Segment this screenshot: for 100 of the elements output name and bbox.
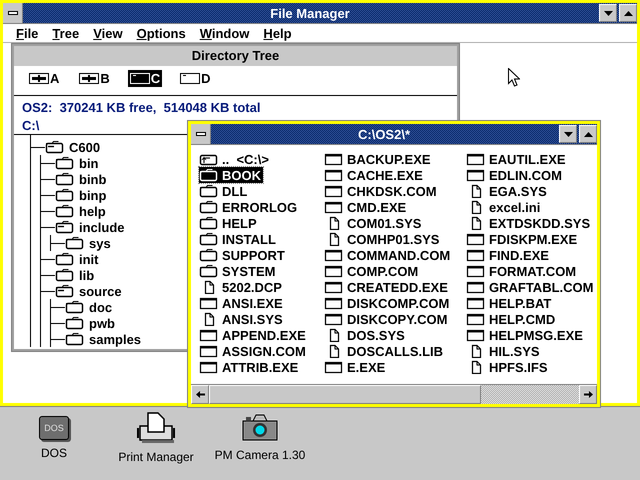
directory-entry[interactable]: GRAFTABL.COM bbox=[466, 279, 596, 295]
program-window-icon bbox=[466, 152, 485, 166]
directory-node[interactable]: binb bbox=[55, 172, 106, 186]
printer-icon[interactable] bbox=[136, 412, 176, 444]
maximize-button[interactable] bbox=[619, 4, 637, 22]
directory-entry[interactable]: FIND.EXE bbox=[466, 247, 551, 263]
directory-node[interactable]: include bbox=[55, 220, 125, 234]
directory-node[interactable]: C600 bbox=[45, 140, 100, 154]
directory-node[interactable]: lib bbox=[55, 268, 94, 282]
down-triangle-icon bbox=[604, 10, 612, 16]
floppy-drive-icon bbox=[79, 73, 100, 84]
directory-entry[interactable]: ASSIGN.COM bbox=[199, 343, 308, 359]
directory-node[interactable]: samples bbox=[65, 332, 142, 346]
directory-entry[interactable]: HELP bbox=[199, 215, 259, 231]
program-window-icon bbox=[324, 312, 343, 326]
menu-item[interactable]: Window bbox=[192, 26, 256, 40]
directory-entry[interactable]: DOSCALLS.LIB bbox=[324, 343, 446, 359]
directory-entry[interactable]: EDLIN.COM bbox=[466, 167, 564, 183]
directory-node[interactable]: help bbox=[55, 204, 106, 218]
program-window-icon bbox=[466, 296, 485, 310]
directory-node[interactable]: doc bbox=[65, 300, 112, 314]
program-window-icon bbox=[324, 168, 343, 182]
desktop-icon-label[interactable]: DOS bbox=[40, 446, 67, 460]
directory-node[interactable]: bin bbox=[55, 156, 98, 170]
directory-entry[interactable]: INSTALL bbox=[199, 231, 278, 247]
directory-entry[interactable]: DLL bbox=[199, 183, 250, 199]
up-triangle-icon bbox=[624, 10, 632, 16]
directory-node[interactable]: binp bbox=[55, 188, 106, 202]
directory-entry[interactable]: ERRORLOG bbox=[199, 199, 300, 215]
directory-entry[interactable]: CACHE.EXE bbox=[324, 167, 425, 183]
menu-item[interactable]: Options bbox=[130, 26, 193, 40]
directory-node[interactable]: sys bbox=[65, 236, 111, 250]
parent-folder-icon bbox=[199, 152, 218, 166]
directory-entry[interactable]: COM01.SYS bbox=[324, 215, 424, 231]
directory-entry[interactable]: HELP.CMD bbox=[466, 311, 558, 327]
dos-icon[interactable]: DOS bbox=[39, 416, 69, 440]
system-menu-button[interactable] bbox=[3, 3, 23, 23]
directory-entry[interactable]: EAUTIL.EXE bbox=[466, 151, 568, 167]
directory-entry[interactable]: ANSI.SYS bbox=[199, 311, 285, 327]
hard-drive-icon bbox=[130, 73, 150, 84]
directory-node[interactable]: source bbox=[55, 284, 122, 298]
directory-entry[interactable]: 5202.DCP bbox=[199, 279, 284, 295]
program-window-icon bbox=[324, 184, 343, 198]
program-window-icon bbox=[324, 200, 343, 214]
program-window-icon bbox=[324, 152, 343, 166]
directory-entry[interactable]: BACKUP.EXE bbox=[324, 151, 433, 167]
scroll-thumb[interactable] bbox=[209, 385, 481, 404]
directory-entry[interactable]: ANSI.EXE bbox=[199, 295, 285, 311]
directory-entry[interactable]: DOS.SYS bbox=[324, 327, 407, 343]
system-menu-button[interactable] bbox=[191, 124, 211, 144]
directory-entry[interactable]: SUPPORT bbox=[199, 247, 287, 263]
directory-entry[interactable]: HIL.SYS bbox=[466, 343, 542, 359]
directory-entry[interactable]: ATTRIB.EXE bbox=[199, 359, 300, 375]
desktop-icon-label[interactable]: PM Camera 1.30 bbox=[214, 448, 306, 462]
directory-entry[interactable]: COMHP01.SYS bbox=[324, 231, 442, 247]
directory-entry[interactable]: EXTDSKDD.SYS bbox=[466, 215, 592, 231]
program-window-icon bbox=[466, 168, 485, 182]
dash-icon bbox=[196, 132, 206, 136]
scroll-left-button[interactable] bbox=[191, 385, 209, 404]
directory-entry[interactable]: COMMAND.COM bbox=[324, 247, 452, 263]
folder-icon bbox=[199, 232, 218, 246]
desktop-icon-label[interactable]: Print Manager bbox=[118, 450, 194, 464]
directory-entry[interactable]: DISKCOMP.COM bbox=[324, 295, 452, 311]
directory-entry[interactable]: HELPMSG.EXE bbox=[466, 327, 585, 343]
directory-node[interactable]: pwb bbox=[65, 316, 115, 330]
program-window-icon bbox=[324, 280, 343, 294]
directory-entry[interactable]: CHKDSK.COM bbox=[324, 183, 439, 199]
drive-button[interactable]: C bbox=[128, 70, 162, 87]
folder-icon bbox=[199, 264, 218, 278]
horizontal-scrollbar[interactable] bbox=[191, 384, 597, 404]
directory-entry[interactable]: COMP.COM bbox=[324, 263, 420, 279]
directory-entry[interactable]: CMD.EXE bbox=[324, 199, 408, 215]
directory-entry[interactable]: CREATEDD.EXE bbox=[324, 279, 450, 295]
directory-entry[interactable]: E.EXE bbox=[324, 359, 388, 375]
drive-button[interactable]: A bbox=[27, 70, 62, 87]
directory-entry[interactable]: FORMAT.COM bbox=[466, 263, 578, 279]
directory-node[interactable]: init bbox=[55, 252, 98, 266]
directory-entry[interactable]: EGA.SYS bbox=[466, 183, 549, 199]
menu-item[interactable]: Tree bbox=[45, 26, 86, 40]
directory-entry[interactable]: HELP.BAT bbox=[466, 295, 554, 311]
directory-entry[interactable]: .. <C:\> bbox=[199, 151, 271, 167]
directory-entry[interactable]: DISKCOPY.COM bbox=[324, 311, 450, 327]
drive-button[interactable]: D bbox=[178, 70, 213, 87]
menu-item[interactable]: View bbox=[86, 26, 130, 40]
directory-entry[interactable]: APPEND.EXE bbox=[199, 327, 308, 343]
maximize-button[interactable] bbox=[579, 125, 597, 143]
camera-icon[interactable] bbox=[242, 412, 278, 442]
drive-button[interactable]: B bbox=[77, 70, 112, 87]
directory-entry[interactable]: HPFS.IFS bbox=[466, 359, 550, 375]
program-window-icon bbox=[466, 232, 485, 246]
directory-entry[interactable]: excel.ini bbox=[466, 199, 542, 215]
menu-item[interactable]: Help bbox=[256, 26, 299, 40]
minimize-button[interactable] bbox=[559, 125, 577, 143]
directory-entry[interactable]: BOOK bbox=[199, 167, 263, 183]
scroll-right-button[interactable] bbox=[579, 385, 597, 404]
menu-item[interactable]: File bbox=[9, 26, 46, 40]
directory-entry[interactable]: FDISKPM.EXE bbox=[466, 231, 580, 247]
window-title: File Manager bbox=[269, 6, 351, 20]
minimize-button[interactable] bbox=[599, 4, 617, 22]
directory-entry[interactable]: SYSTEM bbox=[199, 263, 278, 279]
